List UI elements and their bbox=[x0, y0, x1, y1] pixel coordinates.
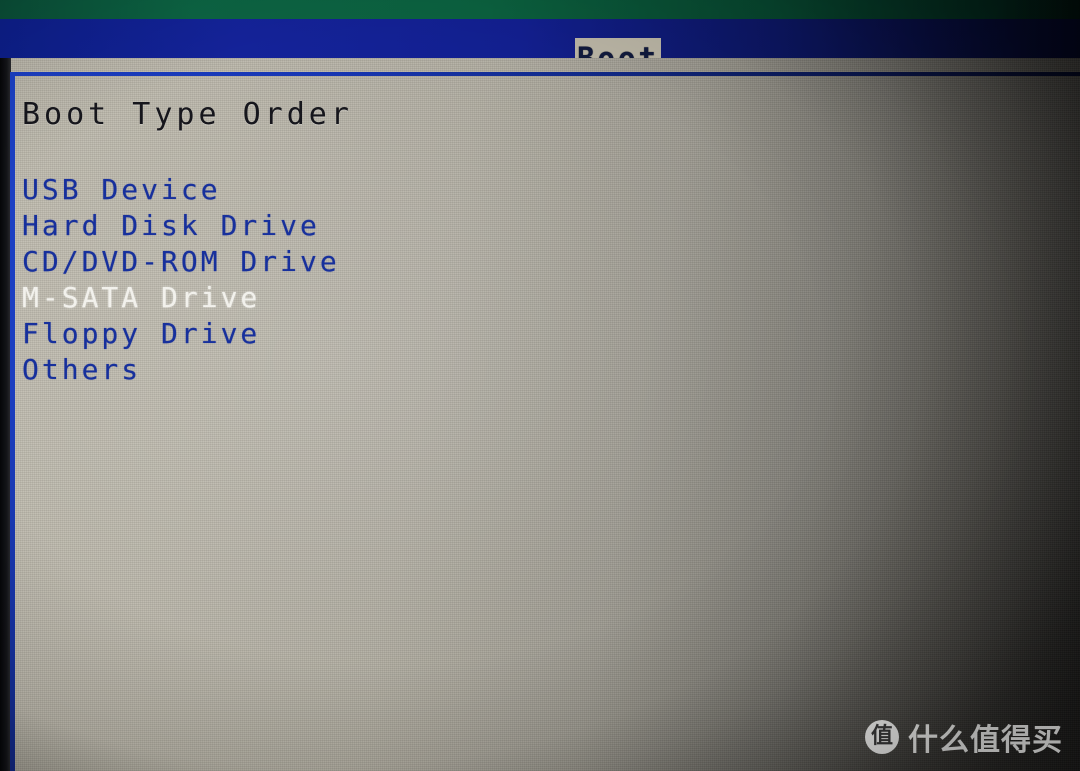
content-frame-top-border bbox=[10, 72, 1080, 76]
content-frame-left-border bbox=[10, 72, 15, 771]
watermark: 值 什么值得买 bbox=[865, 715, 1063, 759]
boot-list-item-floppy-drive[interactable]: Floppy Drive bbox=[22, 316, 340, 352]
watermark-text: 什么值得买 bbox=[908, 723, 1063, 758]
bios-screen: Boot Boot Type Order USB Device Hard Dis… bbox=[0, 0, 1080, 771]
smzdm-logo-icon: 值 bbox=[865, 720, 899, 754]
boot-list-item-usb-device[interactable]: USB Device bbox=[22, 172, 340, 208]
boot-list-item-cd-dvd-rom-drive[interactable]: CD/DVD-ROM Drive bbox=[22, 244, 340, 280]
section-title-boot-type-order: Boot Type Order bbox=[22, 97, 353, 132]
boot-list-item-m-sata-drive[interactable]: M-SATA Drive bbox=[22, 280, 340, 316]
boot-type-order-list: USB Device Hard Disk Drive CD/DVD-ROM Dr… bbox=[22, 172, 340, 388]
bios-content-panel bbox=[0, 58, 1080, 771]
boot-list-item-others[interactable]: Others bbox=[22, 352, 340, 388]
boot-list-item-hard-disk-drive[interactable]: Hard Disk Drive bbox=[22, 208, 340, 244]
monitor-overscan-strip bbox=[0, 0, 1080, 19]
bios-menubar: Boot bbox=[0, 19, 1080, 77]
